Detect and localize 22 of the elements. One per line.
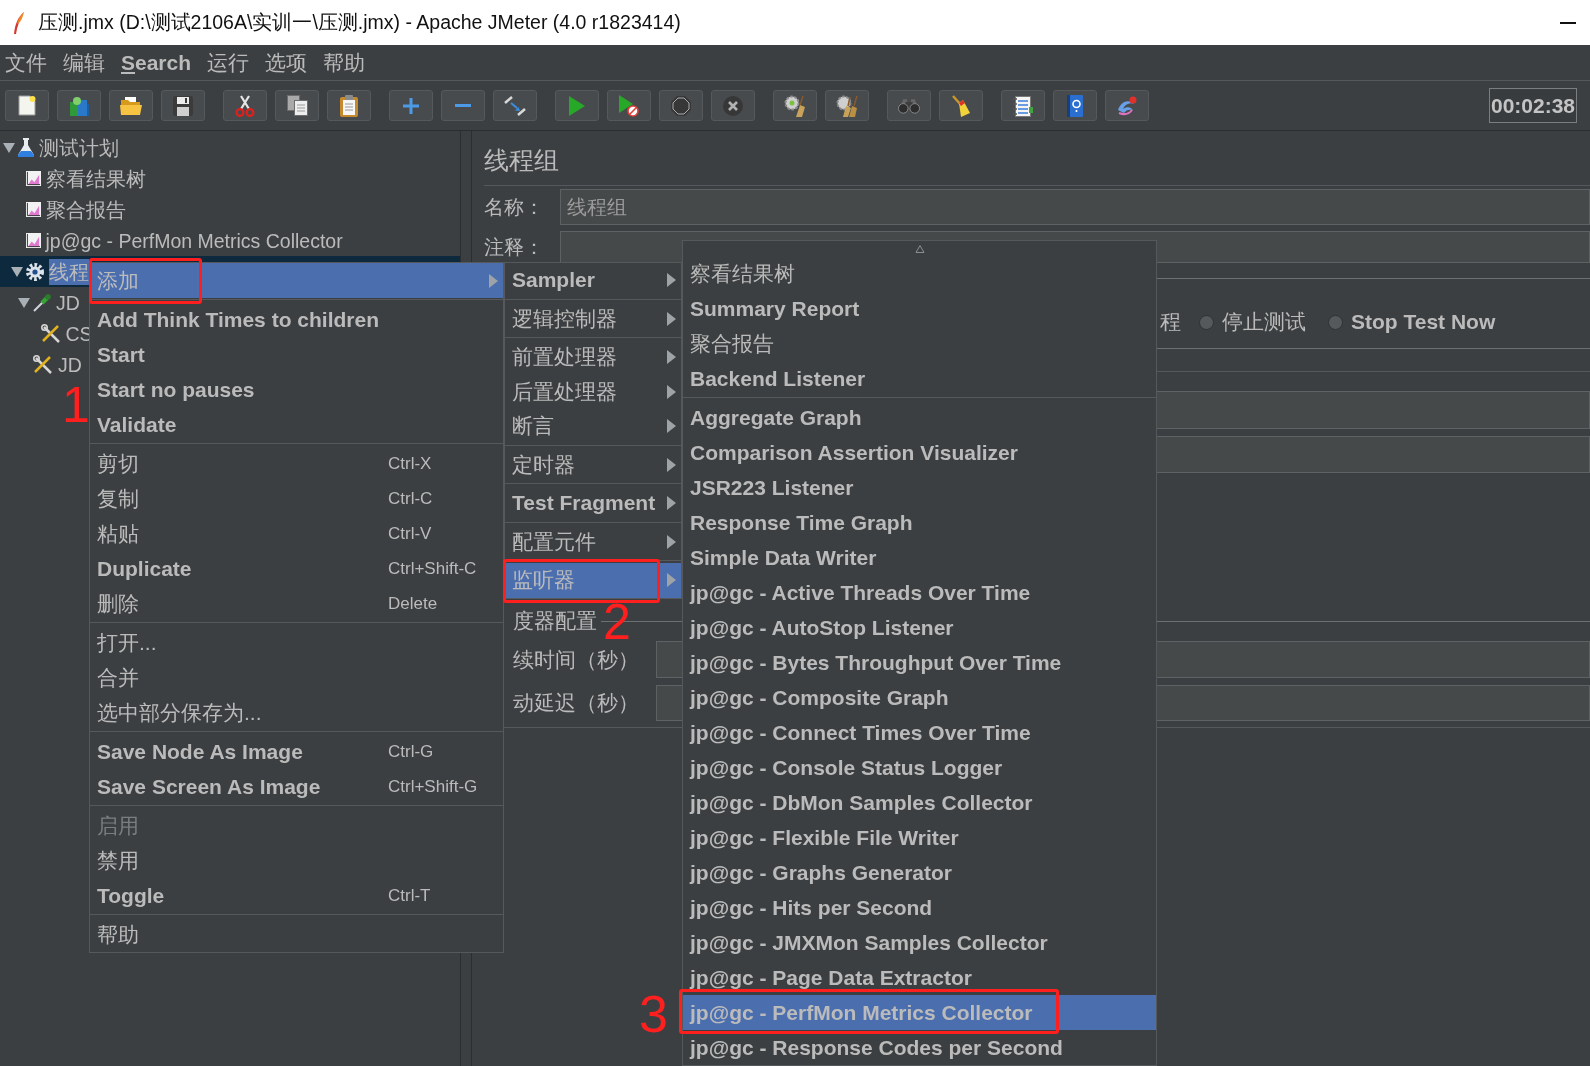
shortcut-label: Ctrl-V [388,523,432,544]
radio-label: 停止测试 [1222,309,1306,335]
field-label: 注释： [484,234,545,260]
field-label: 动延迟（秒） [513,690,640,716]
radio-label: Stop Test Now [1351,310,1496,334]
shortcut-label: Ctrl-T [388,885,431,906]
shortcut-label: Ctrl+Shift-G [388,776,478,797]
annotation-number: 3 [639,994,668,1034]
shortcut-label: Ctrl-C [388,488,433,509]
shortcut-label: Ctrl-G [388,741,434,762]
shortcut-label: Ctrl-X [388,453,432,474]
window-title: 压测.jmx (D:\测试2106A\实训一\压测.jmx) - Apache JMeter (4.0 r1823414) [38,10,681,35]
shortcut-label: Delete [388,593,438,614]
elapsed-timer: 00:02:38 [1489,88,1577,123]
shortcut-label: Ctrl+Shift-C [388,558,477,579]
field-label: 名称： [484,194,545,220]
section-title: 度器配置 [513,608,597,634]
annotation-number: 2 [603,604,631,640]
panel-title: 线程组 [484,145,560,176]
annotation-number: 1 [62,386,90,424]
radio-label: 程 [1160,309,1181,335]
field-label: 续时间（秒） [513,646,640,673]
